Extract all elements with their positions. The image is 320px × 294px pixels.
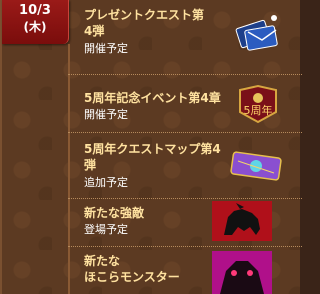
5th-anniversary-icon: 5周年 [239,84,277,124]
beast-silhouette-icon [212,201,272,241]
event-schedule-panel: 10/3 (木) プレゼントクエスト第 4弾 開催予定 5周年記念イベント第4章… [0,0,302,294]
event-item[interactable]: 5周年クエストマップ第4 弾 追加予定 [72,133,302,197]
date-badge: 10/3 (木) [2,0,69,44]
event-item[interactable]: 新たな ほこらモンスター [72,247,302,294]
date-weekday: (木) [23,20,47,34]
event-status: 登場予定 [84,223,128,236]
event-title: 5周年記念イベント第4章 [84,91,221,105]
event-title-line2: 4弾 [84,24,105,38]
envelopes-icon [235,15,278,51]
event-item[interactable]: プレゼントクエスト第 4弾 開催予定 [72,0,302,76]
shrine-monster-icon [212,251,272,294]
event-item[interactable]: 5周年記念イベント第4章 開催予定 5周年 [72,76,302,132]
row-divider [68,74,302,75]
event-status: 追加予定 [84,176,128,189]
map-scroll-icon [230,151,282,181]
event-status: 開催予定 [84,42,128,55]
event-status: 開催予定 [84,108,128,121]
event-item[interactable]: 新たな強敵 登場予定 [72,199,302,245]
date-day: 10/3 [19,3,51,18]
timeline-line [68,44,70,294]
event-title: プレゼントクエスト第 [84,8,205,22]
event-title: 5周年クエストマップ第4 [84,142,221,156]
event-title-line2: 弾 [84,158,97,172]
anniversary-icon-label: 5周年 [244,103,273,117]
